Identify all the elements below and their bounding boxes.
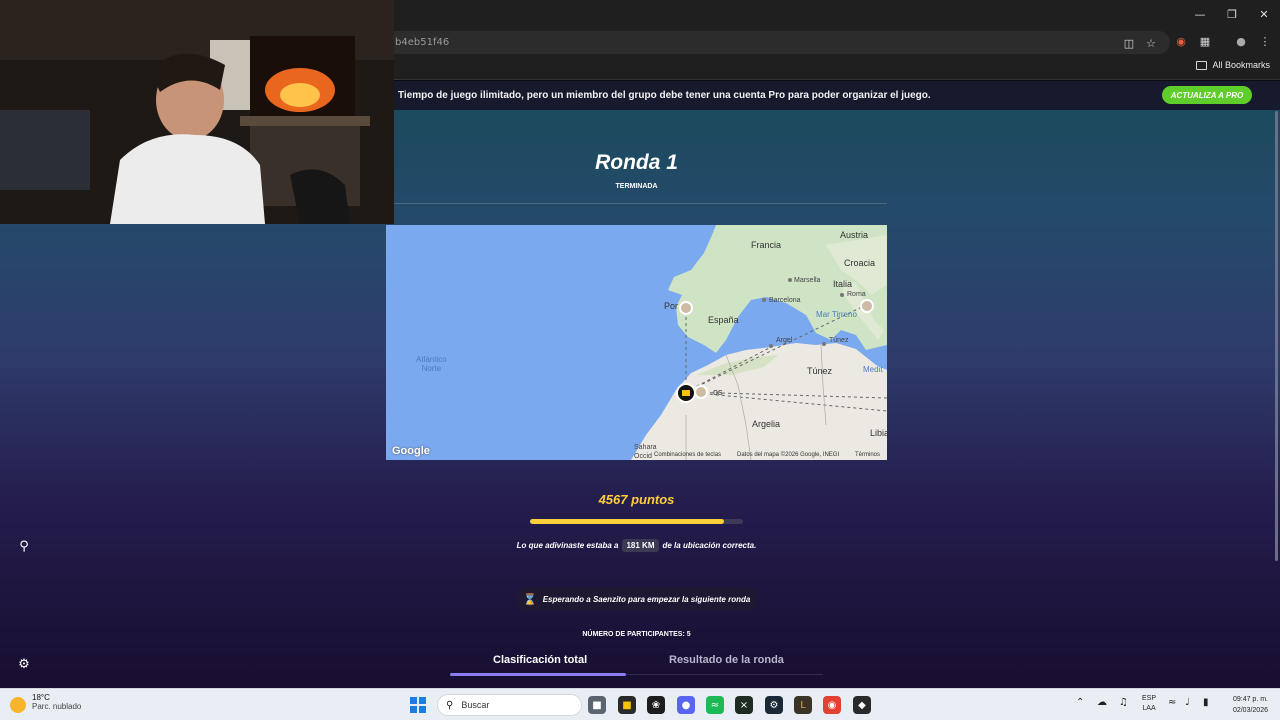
round-title: Ronda 1 [595, 151, 678, 174]
map-label-libia: Libia [870, 428, 887, 438]
weather-temp: 18°C [32, 693, 50, 702]
terminal-icon[interactable]: × [735, 696, 753, 714]
upgrade-pro-button[interactable]: ACTUALIZA A PRO [1162, 86, 1252, 104]
window-controls: — ❐ ✕ [1184, 0, 1280, 29]
score-progress-fill [530, 519, 725, 524]
extensions-puzzle-icon[interactable]: ▦ [1196, 32, 1214, 50]
restore-icon[interactable]: ❐ [1216, 0, 1248, 29]
map-label-mar-tirreno: Mar Tirreno [816, 310, 857, 319]
map-data-attribution: Datos del mapa ©2026 Google, INEGI [737, 452, 840, 458]
map-label-italia: Italia [833, 279, 853, 289]
windows-start-icon[interactable] [410, 697, 426, 713]
steam-icon[interactable]: ⚙ [765, 696, 783, 714]
taskbar-search[interactable]: ⚲ Buscar [437, 694, 582, 716]
wifi-icon[interactable]: ≈ [1168, 697, 1176, 708]
map-label-tunez-city: Túnez [829, 337, 849, 344]
player-pin[interactable] [860, 299, 874, 313]
discord-icon[interactable]: ● [677, 696, 695, 714]
sticky-notes-icon[interactable]: ■ [618, 696, 636, 714]
partly-cloudy-icon [10, 697, 26, 713]
correct-location-flag-icon[interactable] [676, 383, 696, 403]
distance-text: Lo que adivinaste estaba a 181 KM de la ub… [386, 539, 887, 552]
extension-icon[interactable]: ◉ [1172, 32, 1190, 50]
folder-icon [1196, 60, 1208, 70]
minimize-icon[interactable]: — [1184, 0, 1216, 29]
map-label-barcelona: Barcelona [769, 297, 801, 304]
onedrive-icon[interactable]: ☁ [1097, 697, 1107, 708]
riot-client-icon[interactable]: ◆ [853, 696, 871, 714]
chat-icon[interactable]: ⚲ [14, 536, 34, 556]
tab-overall-ranking[interactable]: Clasificación total [493, 654, 587, 666]
map-label-austria: Austria [840, 230, 869, 240]
weather-widget[interactable]: 18°C Parc. nublado [10, 693, 81, 713]
participants-count: NÚMERO DE PARTICIPANTES: 5 [582, 631, 691, 638]
distance-suffix: de la ubicación correcta. [662, 541, 757, 550]
search-icon: ⚲ [446, 699, 454, 711]
map-label-roma: Roma [847, 291, 866, 298]
map-shortcuts-link[interactable]: Combinaciones de teclas [654, 452, 721, 458]
search-label: Buscar [461, 700, 490, 710]
map-label-tunez-country: Túnez [807, 366, 833, 376]
battery-icon[interactable]: ▮ [1203, 697, 1209, 708]
map-label-espana: España [708, 315, 739, 325]
task-view-icon[interactable]: ■ [588, 696, 606, 714]
system-clock[interactable]: 09:47 p. m. 02/03/2026 [1224, 694, 1268, 716]
clock-time: 09:47 p. m. [1232, 696, 1268, 703]
lang-line2: LAA [1142, 705, 1156, 712]
player-pin[interactable] [694, 385, 708, 399]
lang-line1: ESP [1142, 695, 1157, 702]
webcam-overlay [0, 0, 394, 224]
url-text: b4eb51f46 [395, 37, 450, 48]
distance-prefix: Lo que adivinaste estaba a [516, 541, 619, 550]
divider [386, 203, 887, 204]
install-app-icon[interactable]: ◫ [1120, 34, 1138, 52]
map-land-shapes [631, 225, 887, 460]
spotify-icon[interactable]: ≈ [706, 696, 724, 714]
map-label-atlantico: Atlántico Norte [416, 355, 447, 373]
waiting-text: Esperando a Saenzito para empezar la sig… [542, 594, 751, 604]
bookmark-star-icon[interactable]: ☆ [1142, 34, 1160, 52]
points-label: 4567 puntos [598, 492, 675, 507]
score-progress-bar [530, 519, 743, 524]
results-tabs: Clasificación total Resultado de la rond… [450, 651, 823, 677]
waiting-status: ⌛ Esperando a Saenzito para empezar la s… [515, 587, 758, 611]
all-bookmarks-button[interactable]: All Bookmarks [1196, 60, 1270, 70]
round-status: TERMINADA [615, 183, 658, 190]
map-label-marruecos: os [713, 387, 723, 397]
chatgpt-icon[interactable]: ❀ [647, 696, 665, 714]
address-bar[interactable]: b4eb51f46 ◫ ☆ [380, 31, 1170, 54]
settings-gear-icon[interactable]: ⚙ [14, 654, 34, 674]
league-client-icon[interactable]: L [794, 696, 812, 714]
profile-avatar-icon[interactable]: ● [1232, 32, 1250, 50]
map-label-francia: Francia [751, 240, 782, 250]
tab-round-result[interactable]: Resultado de la ronda [669, 654, 784, 666]
map-label-medit: Medit [863, 365, 883, 374]
tray-chevron-icon[interactable]: ⌃ [1076, 697, 1084, 708]
map-label-marsella: Marsella [794, 277, 821, 284]
close-icon[interactable]: ✕ [1248, 0, 1280, 29]
distance-value-badge: 181 KM [622, 539, 659, 552]
volume-icon[interactable]: ♩ [1185, 697, 1190, 708]
all-bookmarks-label: All Bookmarks [1212, 60, 1270, 70]
hourglass-icon: ⌛ [523, 592, 537, 606]
banner-message: Tiempo de juego ilimitado, pero un miemb… [398, 90, 931, 101]
google-logo: Google [392, 445, 430, 457]
map-label-argel: Argel [776, 337, 793, 344]
page-scrollbar[interactable] [1275, 111, 1278, 561]
chrome-icon[interactable]: ◉ [823, 696, 841, 714]
weather-desc: Parc. nublado [32, 702, 82, 711]
microphone-icon[interactable]: ♫ [1119, 697, 1128, 708]
result-map[interactable]: Francia Austria Croacia Marsella Italia … [386, 225, 887, 460]
language-indicator[interactable]: ESP LAA [1142, 694, 1156, 714]
player-pin[interactable] [679, 301, 693, 315]
clock-date: 02/03/2026 [1232, 707, 1268, 714]
active-tab-underline [450, 673, 626, 676]
map-label-croacia: Croacia [844, 258, 876, 268]
map-terms-link[interactable]: Términos [855, 452, 880, 458]
menu-kebab-icon[interactable]: ⋮ [1256, 32, 1274, 50]
webcam-image [0, 0, 394, 224]
windows-taskbar: 18°C Parc. nublado ⚲ Buscar ■ ■ ❀ ● ≈ × … [0, 688, 1280, 720]
map-label-argelia: Argelia [752, 419, 781, 429]
